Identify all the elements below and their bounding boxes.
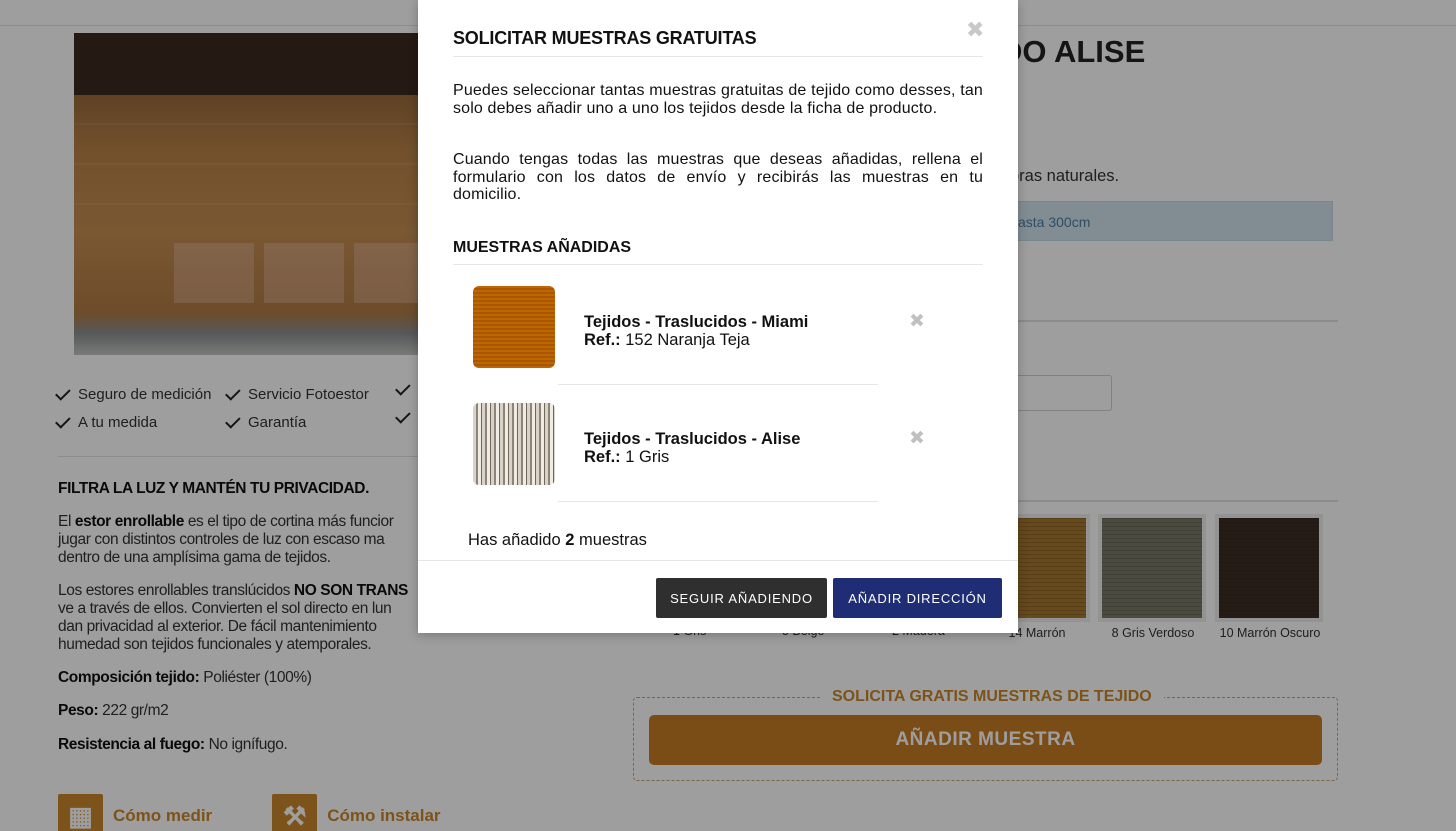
sample-ref: Ref.: 152 Naranja Teja bbox=[584, 331, 750, 349]
free-samples-modal: SOLICITAR MUESTRAS GRATUITAS ✖ Puedes se… bbox=[418, 0, 1018, 633]
sample-count: Has añadido 2 muestras bbox=[468, 531, 647, 549]
divider bbox=[558, 501, 878, 502]
modal-instructions-text: Cuando tengas todas las muestras que des… bbox=[453, 151, 983, 203]
keep-adding-button[interactable]: SEGUIR AÑADIENDO bbox=[656, 578, 827, 618]
sample-item: Tejidos - Traslucidos - Miami Ref.: 152 … bbox=[473, 266, 925, 382]
add-address-button[interactable]: AÑADIR DIRECCIÓN bbox=[833, 578, 1002, 618]
sample-name: Tejidos - Traslucidos - Alise bbox=[584, 430, 801, 448]
remove-sample-icon[interactable]: ✖ bbox=[909, 427, 925, 449]
modal-title: SOLICITAR MUESTRAS GRATUITAS bbox=[453, 28, 757, 48]
close-icon[interactable]: ✖ bbox=[966, 18, 984, 43]
modal-footer: SEGUIR AÑADIENDO AÑADIR DIRECCIÓN bbox=[418, 560, 1018, 633]
modal-intro-text: Puedes seleccionar tantas muestras gratu… bbox=[453, 82, 983, 117]
sample-thumbnail bbox=[473, 403, 555, 485]
divider bbox=[453, 56, 983, 57]
added-samples-title: MUESTRAS AÑADIDAS bbox=[453, 239, 632, 256]
divider bbox=[453, 264, 983, 265]
sample-thumbnail bbox=[473, 286, 555, 368]
sample-ref: Ref.: 1 Gris bbox=[584, 448, 670, 466]
sample-item: Tejidos - Traslucidos - Alise Ref.: 1 Gr… bbox=[473, 383, 925, 499]
sample-name: Tejidos - Traslucidos - Miami bbox=[584, 313, 809, 331]
remove-sample-icon[interactable]: ✖ bbox=[909, 310, 925, 332]
